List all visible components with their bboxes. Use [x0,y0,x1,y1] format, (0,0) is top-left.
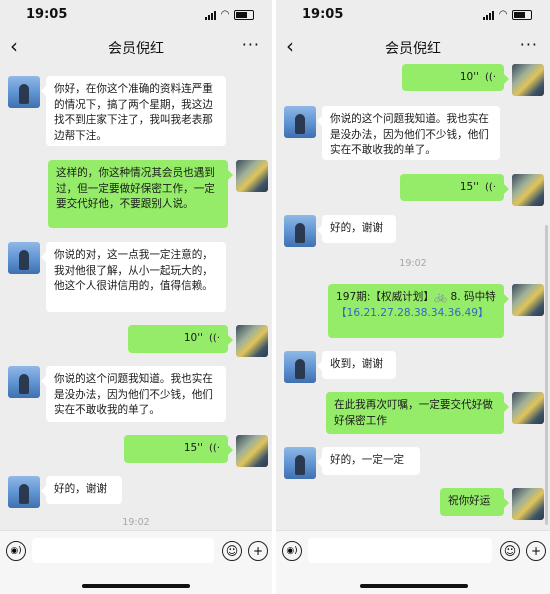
home-indicator [360,584,468,588]
voice-input-button[interactable]: ◉) [6,541,26,561]
battery-icon [234,9,254,20]
wifi-icon: ◠ [499,9,507,20]
avatar[interactable] [284,215,316,247]
voice-message[interactable]: 15'' ((· [124,435,233,463]
avatar[interactable] [8,476,40,508]
scrollbar[interactable] [545,225,548,525]
message-bubble[interactable]: 祝你好运 [440,488,509,516]
more-options-button[interactable]: ··· [520,35,538,54]
message-bubble[interactable]: 你说的对，这一点我一定注意的，我对他很了解，从小一起玩大的，他这个人很讲信用的，… [41,242,226,312]
voice-message[interactable]: 10'' ((· [402,64,509,91]
avatar[interactable] [236,325,268,357]
voice-message[interactable]: 10'' ((· [128,325,233,353]
emoji-button[interactable]: ☺ [500,541,520,561]
signal-icon [205,10,217,20]
status-time: 19:05 [302,7,344,22]
plan-detail: 🚲 8. 码中特 [433,291,496,303]
message-bubble[interactable]: 好的，谢谢 [41,476,122,504]
avatar[interactable] [236,435,268,467]
voice-wave-icon: ((· [209,443,220,455]
voice-duration: 15'' [183,442,204,455]
voice-wave-icon: ((· [485,71,496,83]
battery-icon [512,9,532,20]
avatar[interactable] [512,284,544,316]
voice-duration: 15'' [459,180,480,193]
plus-button[interactable]: + [526,541,546,561]
input-bar: ◉) ☺ + [276,530,550,594]
plus-button[interactable]: + [248,541,268,561]
status-time: 19:05 [26,7,68,22]
message-input[interactable] [308,538,492,563]
plan-numbers: 【16.21.27.28.38.34.36.49】 [336,306,489,319]
message-bubble[interactable]: 这样的，你这种情况其会员也遇到过，但一定要做好保密工作，一定要交代好他，不要跟别… [48,160,233,228]
voice-wave-icon: ((· [209,333,220,345]
chat-header: ‹ 会员倪红 ··· [276,30,550,64]
message-timestamp: 19:02 [122,517,150,528]
voice-input-button[interactable]: ◉) [282,541,302,561]
avatar[interactable] [236,160,268,192]
signal-icon [483,10,495,20]
chat-title: 会员倪红 [385,41,441,57]
message-bubble[interactable]: 好的，一定一定 [317,447,420,475]
status-bar: 19:05 ◠ [276,0,550,28]
voice-wave-icon: ((· [485,181,496,193]
more-options-button[interactable]: ··· [242,35,260,54]
voice-message[interactable]: 15'' ((· [400,174,509,201]
avatar[interactable] [512,174,544,206]
status-bar: 19:05 ◠ [0,0,272,28]
home-indicator [82,584,190,588]
message-bubble[interactable]: 你说的这个问题我知道。我也实在是没办法，因为他们不少钱，他们实在不敢收我的单了。 [317,106,500,160]
chat-screen-left: 19:05 ◠ ‹ 会员倪红 ··· 你好，在你这个准确的资料连严重的情况下，搞… [0,0,272,594]
avatar[interactable] [284,447,316,479]
message-bubble[interactable]: 你好，在你这个准确的资料连严重的情况下，搞了两个星期，我这边找不到庄家下注了，我… [41,76,226,146]
avatar[interactable] [284,351,316,383]
message-bubble[interactable]: 197期:【权威计划】🚲 8. 码中特 【16.21.27.28.38.34.3… [328,284,509,338]
voice-duration: 10'' [459,70,480,83]
voice-duration: 10'' [183,332,204,345]
message-timestamp: 19:02 [399,258,427,269]
avatar[interactable] [8,242,40,274]
avatar[interactable] [284,106,316,138]
emoji-button[interactable]: ☺ [222,541,242,561]
message-bubble[interactable]: 好的，谢谢 [317,215,396,243]
avatar[interactable] [8,366,40,398]
chat-screen-right: 19:05 ◠ ‹ 会员倪红 ··· 10'' ((· 你说的这个问题我知道。我… [276,0,550,594]
input-bar: ◉) ☺ + [0,530,272,594]
message-input[interactable] [32,538,214,563]
message-bubble[interactable]: 你说的这个问题我知道。我也实在是没办法，因为他们不少钱，他们实在不敢收我的单了。 [41,366,226,422]
message-bubble[interactable]: 收到，谢谢 [317,351,396,379]
avatar[interactable] [8,76,40,108]
plan-title: 197期:【权威计划】 [336,291,434,303]
chat-title: 会员倪红 [108,41,164,57]
wifi-icon: ◠ [221,9,229,20]
chat-header: ‹ 会员倪红 ··· [0,30,272,64]
avatar[interactable] [512,392,544,424]
avatar[interactable] [512,488,544,520]
message-bubble[interactable]: 在此我再次叮嘱，一定要交代好做好保密工作 [326,392,509,434]
avatar[interactable] [512,64,544,96]
